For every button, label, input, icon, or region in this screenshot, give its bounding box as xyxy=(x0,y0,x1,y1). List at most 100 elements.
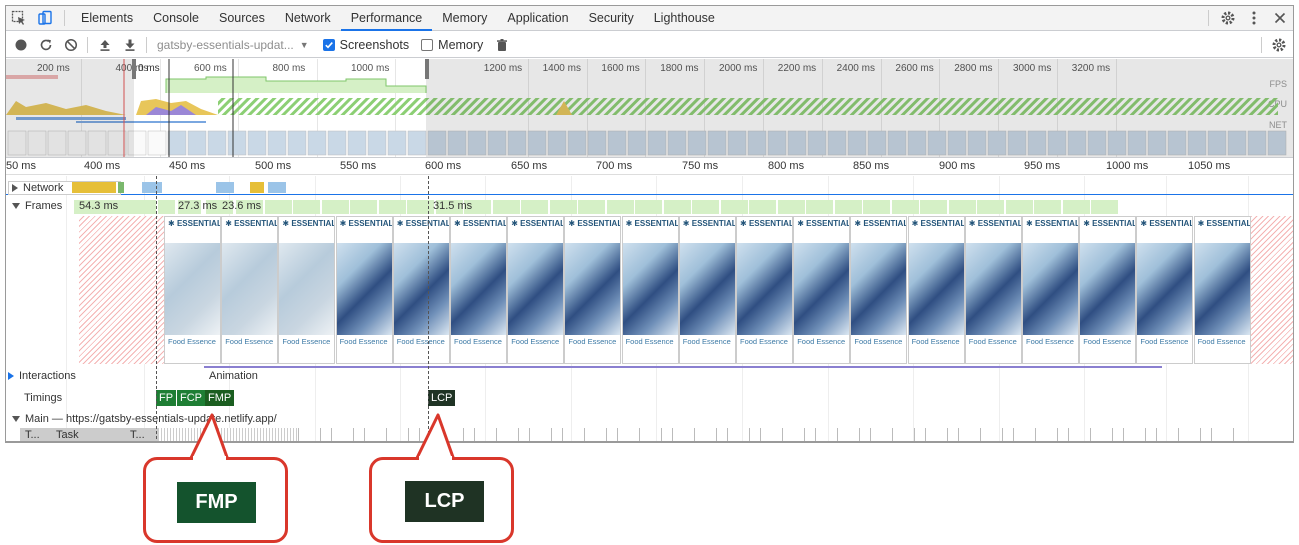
frames-track-header[interactable]: Frames xyxy=(12,200,62,212)
screenshot-thumbnail[interactable]: ✱ ESSENTIALS Food Essence xyxy=(964,216,1022,364)
screenshot-thumbnail[interactable]: ✱ ESSENTIALS Food Essence xyxy=(450,216,507,364)
settings-button[interactable] xyxy=(1215,6,1241,30)
screenshot-thumbnail[interactable]: ✱ ESSENTIALS Food Essence xyxy=(564,216,622,364)
memory-label: Memory xyxy=(438,37,484,52)
screenshot-thumbnail[interactable]: ✱ ESSENTIALS Food Essence xyxy=(392,216,450,364)
screenshot-thumbnail[interactable]: ✱ ESSENTIALS Food Essence xyxy=(164,216,221,364)
frame-bar[interactable] xyxy=(1034,200,1062,214)
screenshot-thumbnail[interactable]: ✱ ESSENTIALS Food Essence xyxy=(621,216,679,364)
capture-settings-button[interactable] xyxy=(1266,33,1291,57)
tab-security[interactable]: Security xyxy=(579,6,644,30)
frame-bar[interactable] xyxy=(977,200,1005,214)
main-thread-track-header[interactable]: Main — https://gatsby-essentials-update.… xyxy=(12,413,277,425)
frame-bar[interactable] xyxy=(692,200,720,214)
frame-bar[interactable] xyxy=(834,200,863,214)
record-button[interactable] xyxy=(8,33,33,57)
thumbnail-header: ✱ ESSENTIALS xyxy=(1137,217,1193,243)
tab-elements[interactable]: Elements xyxy=(71,6,143,30)
frame-bar[interactable] xyxy=(863,200,891,214)
profile-select[interactable]: gatsby-essentials-updat... ▼ xyxy=(157,38,309,52)
frame-bar[interactable] xyxy=(264,200,293,214)
lcp-marker[interactable]: LCP xyxy=(428,390,456,406)
frame-bar[interactable] xyxy=(720,200,749,214)
frame-bar[interactable] xyxy=(321,200,350,214)
frame-bar[interactable] xyxy=(948,200,977,214)
snowflake-logo-icon: ✱ xyxy=(225,219,235,228)
more-options-button[interactable] xyxy=(1241,6,1267,30)
screenshot-thumbnail[interactable]: ✱ ESSENTIALS Food Essence xyxy=(678,216,736,364)
animation-interaction-bar[interactable] xyxy=(204,366,1162,368)
frame-bar[interactable] xyxy=(1062,200,1091,214)
network-track[interactable]: Network xyxy=(6,179,1293,195)
frame-bar[interactable] xyxy=(891,200,920,214)
network-request-bar[interactable] xyxy=(118,182,124,193)
network-request-bar[interactable] xyxy=(142,182,162,193)
screenshot-thumbnail[interactable]: ✱ ESSENTIALS Food Essence xyxy=(850,216,908,364)
frame-bar[interactable] xyxy=(578,200,606,214)
frame-bar[interactable] xyxy=(350,200,378,214)
frame-bar[interactable] xyxy=(920,200,948,214)
screenshots-checkbox[interactable]: Screenshots xyxy=(322,38,409,52)
frame-bar[interactable] xyxy=(378,200,407,214)
clear-button[interactable] xyxy=(58,33,83,57)
screenshot-thumbnail[interactable]: ✱ ESSENTIALS Food Essence xyxy=(1136,216,1194,364)
frame-bar[interactable] xyxy=(293,200,321,214)
memory-checkbox[interactable]: Memory xyxy=(421,38,483,52)
tab-memory[interactable]: Memory xyxy=(432,6,497,30)
frame-bar[interactable] xyxy=(492,200,521,214)
tab-sources[interactable]: Sources xyxy=(209,6,275,30)
save-profile-button[interactable] xyxy=(117,33,142,57)
screenshot-thumbnail[interactable]: ✱ ESSENTIALS Food Essence xyxy=(907,216,965,364)
expand-arrow-icon xyxy=(12,184,18,192)
screenshot-thumbnail[interactable]: ✱ ESSENTIALS Food Essence xyxy=(1193,216,1251,364)
ruler-tick-label: 1050 ms xyxy=(1188,160,1231,172)
frame-bar[interactable] xyxy=(663,200,692,214)
frame-bar[interactable] xyxy=(1005,200,1034,214)
frame-bar[interactable] xyxy=(158,200,176,214)
frame-bar[interactable] xyxy=(521,200,549,214)
frame-bar[interactable] xyxy=(806,200,834,214)
screenshot-thumbnail[interactable]: ✱ ESSENTIALS Food Essence xyxy=(736,216,793,364)
fp-marker[interactable]: FP xyxy=(156,390,177,406)
task-bar[interactable]: T... Task T... xyxy=(20,428,158,441)
interactions-track-header[interactable]: Interactions xyxy=(8,370,76,382)
screenshot-thumbnail[interactable]: ✱ ESSENTIALS Food Essence xyxy=(221,216,279,364)
screenshot-thumbnail[interactable]: ✱ ESSENTIALS Food Essence xyxy=(1022,216,1079,364)
tab-lighthouse[interactable]: Lighthouse xyxy=(644,6,725,30)
thumbnail-brand: ESSENTIALS xyxy=(691,219,735,228)
frame-bar[interactable] xyxy=(1091,200,1119,214)
snowflake-logo-icon: ✱ xyxy=(1026,219,1035,228)
thumbnail-image xyxy=(737,243,792,335)
screenshot-thumbnail[interactable]: ✱ ESSENTIALS Food Essence xyxy=(278,216,336,364)
timeline-overview[interactable]: 200 ms400 ms600 ms800 ms1000 ms1200 ms14… xyxy=(6,59,1293,158)
frame-bar[interactable] xyxy=(749,200,777,214)
tab-console[interactable]: Console xyxy=(143,6,209,30)
frame-bar[interactable] xyxy=(635,200,663,214)
reload-profile-button[interactable] xyxy=(33,33,58,57)
network-request-bar[interactable] xyxy=(72,182,116,193)
device-toolbar-button[interactable] xyxy=(32,6,58,30)
screenshot-thumbnail[interactable]: ✱ ESSENTIALS Food Essence xyxy=(1079,216,1137,364)
thumbnail-header: ✱ ESSENTIALS xyxy=(565,217,621,243)
frame-bar[interactable] xyxy=(407,200,435,214)
network-request-bar[interactable] xyxy=(268,182,286,193)
screenshot-thumbnail[interactable]: ✱ ESSENTIALS Food Essence xyxy=(793,216,851,364)
load-profile-button[interactable] xyxy=(92,33,117,57)
inspect-element-button[interactable] xyxy=(6,6,32,30)
overview-screenshot-thumb xyxy=(267,130,287,156)
collect-garbage-button[interactable] xyxy=(489,33,514,57)
frame-bar[interactable] xyxy=(777,200,806,214)
tab-performance[interactable]: Performance xyxy=(340,6,433,31)
tab-network[interactable]: Network xyxy=(275,6,341,30)
network-request-bar[interactable] xyxy=(250,182,264,193)
fcp-marker[interactable]: FCP xyxy=(177,390,205,406)
network-request-bar[interactable] xyxy=(216,182,234,193)
screenshot-thumbnail[interactable]: ✱ ESSENTIALS Food Essence xyxy=(335,216,393,364)
frame-bar[interactable] xyxy=(606,200,635,214)
close-devtools-button[interactable] xyxy=(1267,6,1293,30)
screenshot-thumbnail[interactable]: ✱ ESSENTIALS Food Essence xyxy=(507,216,565,364)
tab-application[interactable]: Application xyxy=(497,6,578,30)
frame-bar[interactable] xyxy=(549,200,578,214)
overview-unselected-shade xyxy=(6,59,134,157)
fmp-marker[interactable]: FMP xyxy=(205,390,235,406)
